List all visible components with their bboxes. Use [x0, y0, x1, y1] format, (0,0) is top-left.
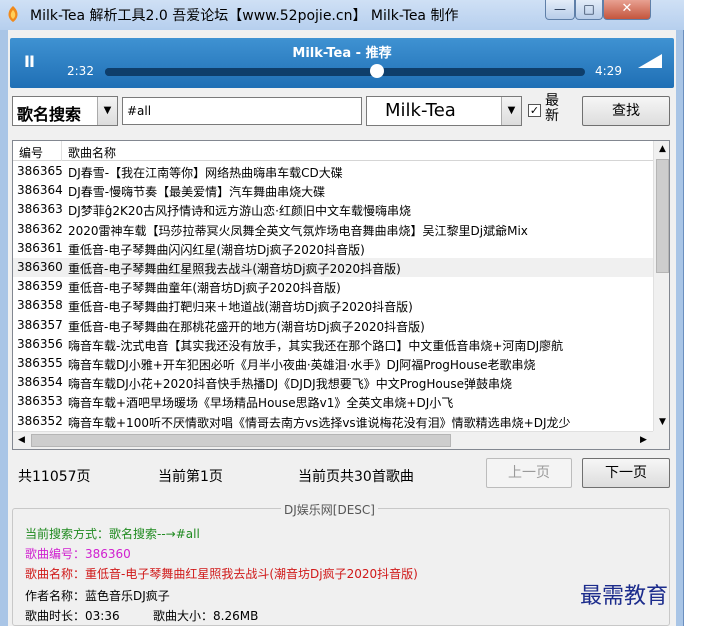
table-row[interactable]: 386365 DJ春雪-【我在江南等你】网络热曲嗨串车载CD大碟: [13, 162, 653, 181]
chevron-down-icon[interactable]: ▼: [501, 97, 521, 125]
source-select[interactable]: Milk-Tea ▼: [366, 96, 522, 126]
column-header-id[interactable]: 编号: [19, 144, 43, 161]
vertical-scrollbar[interactable]: ▲ ▼: [653, 141, 669, 431]
prev-page-button[interactable]: 上一页: [486, 458, 572, 488]
next-page-button[interactable]: 下一页: [582, 458, 670, 488]
group-title: DJ娱乐网[DESC]: [281, 501, 378, 518]
row-song-name: 嗨音车载-沈式电音【其实我还没有放手，其实我还在那个路口】中文重低音串烧+河南D…: [68, 338, 564, 353]
row-song-id: 386364: [17, 183, 63, 198]
current-page: 当前第1页: [158, 469, 223, 485]
row-song-id: 386363: [17, 202, 63, 217]
scroll-down-icon[interactable]: ▼: [654, 414, 669, 431]
column-header-name[interactable]: 歌曲名称: [68, 144, 116, 161]
row-song-name: DJ梦菲ĝ2K20古风抒情诗和远方游山恋·红颜旧中文车载慢嗨串烧: [68, 204, 411, 219]
table-row[interactable]: 386362 2020雷神车载【玛莎拉蒂冥火凤舞全英文气氛炸场电音舞曲串烧】吴江黎…: [13, 220, 653, 239]
row-song-id: 386355: [17, 356, 63, 370]
player-bar: II Milk-Tea - 推荐 2:32 4:29: [10, 38, 674, 88]
row-song-name: 嗨音车载DJ小花+2020抖音快手热播DJ《DJDJ我想要飞》中文ProgHou…: [68, 377, 512, 392]
table-row[interactable]: 386364 DJ春雪-慢嗨节奏【最美爱情】汽车舞曲串烧大碟: [13, 181, 653, 200]
window-title: Milk-Tea 解析工具2.0 吾爱论坛【www.52pojie.cn】 Mi…: [30, 8, 459, 24]
row-song-name: 2020雷神车载【玛莎拉蒂冥火凤舞全英文气氛炸场电音舞曲串烧】吴江黎里Dj斌爺M…: [68, 223, 528, 238]
row-song-id: 386362: [17, 221, 63, 236]
search-input[interactable]: [122, 97, 362, 125]
volume-icon[interactable]: [638, 54, 662, 68]
current-time: 2:32: [67, 64, 94, 78]
scroll-right-icon[interactable]: ▶: [635, 432, 652, 449]
list-header: 编号 歌曲名称: [13, 141, 653, 161]
row-song-name: 嗨音车载+酒吧早场暖场《早场精品House思路v1》全英文串烧+DJ小飞: [68, 396, 454, 411]
row-song-id: 386359: [17, 279, 63, 294]
row-song-name: 嗨音车载DJ小雅+开车犯困必听《月半小夜曲·英雄泪·水手》DJ阿福ProgHou…: [68, 358, 536, 372]
client-area: II Milk-Tea - 推荐 2:32 4:29 歌名搜索 ▼ Milk-T…: [8, 30, 676, 626]
table-row[interactable]: 386363 DJ梦菲ĝ2K20古风抒情诗和远方游山恋·红颜旧中文车载慢嗨串烧: [13, 200, 653, 219]
author-text: 作者名称：蓝色音乐DJ疯子: [25, 589, 170, 603]
row-song-name: 重低音-电子琴舞曲童年(潮音坊Dj疯子2020抖音版): [68, 281, 341, 296]
search-type-select[interactable]: 歌名搜索 ▼: [12, 96, 118, 126]
table-row[interactable]: 386357 重低音-电子琴舞曲在那桃花盛开的地方(潮音坊Dj疯子2020抖音版): [13, 316, 653, 335]
row-song-id: 386353: [17, 394, 63, 409]
row-song-id: 386352: [17, 413, 63, 428]
scrollbar-corner: [653, 431, 669, 449]
row-song-id: 386357: [17, 317, 63, 332]
scroll-left-icon[interactable]: ◀: [13, 432, 30, 449]
progress-fill: [105, 68, 377, 76]
table-row[interactable]: 386354 嗨音车载DJ小花+2020抖音快手热播DJ《DJDJ我想要飞》中文P…: [13, 373, 653, 392]
table-row[interactable]: 386352 嗨音车载+100听不厌情歌对唱《情哥去南方vs选择vs谁说梅花没有泪…: [13, 412, 653, 431]
row-song-name: 重低音-电子琴舞曲打靶归来＋地道战(潮音坊Dj疯子2020抖音版): [68, 300, 413, 315]
minimize-button[interactable]: —: [545, 0, 575, 20]
vertical-scroll-thumb[interactable]: [656, 159, 669, 273]
newest-label: 最新: [545, 93, 559, 124]
duration-text: 歌曲时长：03:36: [25, 609, 120, 623]
row-song-name: DJ春雪-【我在江南等你】网络热曲嗨串车载CD大碟: [68, 166, 343, 180]
table-row[interactable]: 386360 重低音-电子琴舞曲红星照我去战斗(潮音坊Dj疯子2020抖音版): [13, 258, 653, 277]
progress-knob[interactable]: [369, 64, 384, 78]
search-mode-text: 当前搜索方式：歌名搜索--→#all: [25, 527, 200, 541]
total-pages: 共11057页: [18, 469, 91, 485]
search-type-value: 歌名搜索: [17, 105, 82, 124]
maximize-button[interactable]: □: [575, 0, 603, 20]
search-button[interactable]: 查找: [582, 96, 670, 126]
table-row[interactable]: 386361 重低音-电子琴舞曲闪闪红星(潮音坊Dj疯子2020抖音版): [13, 239, 653, 258]
row-song-id: 386360: [17, 260, 63, 274]
source-value: Milk-Tea: [385, 100, 456, 121]
close-button[interactable]: ✕: [603, 0, 651, 20]
chevron-down-icon[interactable]: ▼: [97, 97, 117, 125]
row-song-id: 386365: [17, 164, 63, 178]
app-window: Milk-Tea 解析工具2.0 吾爱论坛【www.52pojie.cn】 Mi…: [0, 0, 684, 626]
song-list: 编号 歌曲名称 386365 DJ春雪-【我在江南等你】网络热曲嗨串车载CD大碟 3…: [12, 140, 670, 450]
table-row[interactable]: 386359 重低音-电子琴舞曲童年(潮音坊Dj疯子2020抖音版): [13, 277, 653, 296]
row-song-id: 386361: [17, 240, 63, 255]
songs-on-page: 当前页共30首歌曲: [298, 469, 414, 485]
horizontal-scroll-thumb[interactable]: [31, 434, 451, 447]
progress-track[interactable]: [105, 64, 585, 78]
row-song-name: 重低音-电子琴舞曲红星照我去战斗(潮音坊Dj疯子2020抖音版): [68, 262, 401, 276]
table-row[interactable]: 386355 嗨音车载DJ小雅+开车犯困必听《月半小夜曲·英雄泪·水手》DJ阿福P…: [13, 354, 653, 373]
song-id-text: 歌曲编号：386360: [25, 547, 131, 561]
newest-checkbox[interactable]: ✓: [528, 104, 541, 117]
title-bar[interactable]: Milk-Tea 解析工具2.0 吾爱论坛【www.52pojie.cn】 Mi…: [0, 0, 684, 30]
scroll-up-icon[interactable]: ▲: [654, 141, 669, 158]
total-time: 4:29: [595, 64, 622, 78]
app-logo-icon: [8, 6, 18, 22]
row-song-name: 重低音-电子琴舞曲在那桃花盛开的地方(潮音坊Dj疯子2020抖音版): [68, 319, 425, 334]
row-song-name: DJ春雪-慢嗨节奏【最美爱情】汽车舞曲串烧大碟: [68, 185, 326, 200]
row-song-name: 嗨音车载+100听不厌情歌对唱《情哥去南方vs选择vs谁说梅花没有泪》情歌精选串…: [68, 415, 571, 430]
song-info-group: DJ娱乐网[DESC] 当前搜索方式：歌名搜索--→#all 歌曲编号：3863…: [12, 501, 670, 626]
row-song-name: 重低音-电子琴舞曲闪闪红星(潮音坊Dj疯子2020抖音版): [68, 242, 365, 257]
song-name-text: 歌曲名称：重低音-电子琴舞曲红星照我去战斗(潮音坊Dj疯子2020抖音版): [25, 567, 418, 581]
horizontal-scrollbar[interactable]: ◀ ▶: [13, 431, 653, 449]
table-row[interactable]: 386358 重低音-电子琴舞曲打靶归来＋地道战(潮音坊Dj疯子2020抖音版): [13, 296, 653, 315]
now-playing-title: Milk-Tea - 推荐: [292, 46, 392, 61]
row-song-id: 386356: [17, 336, 63, 351]
table-row[interactable]: 386353 嗨音车载+酒吧早场暖场《早场精品House思路v1》全英文串烧+DJ…: [13, 392, 653, 411]
size-text: 歌曲大小：8.26MB: [153, 609, 259, 623]
table-row[interactable]: 386356 嗨音车载-沈式电音【其实我还没有放手，其实我还在那个路口】中文重低音…: [13, 335, 653, 354]
row-song-id: 386358: [17, 298, 63, 313]
watermark: 最需教育: [580, 584, 669, 609]
column-divider: [61, 141, 62, 161]
row-song-id: 386354: [17, 375, 63, 390]
